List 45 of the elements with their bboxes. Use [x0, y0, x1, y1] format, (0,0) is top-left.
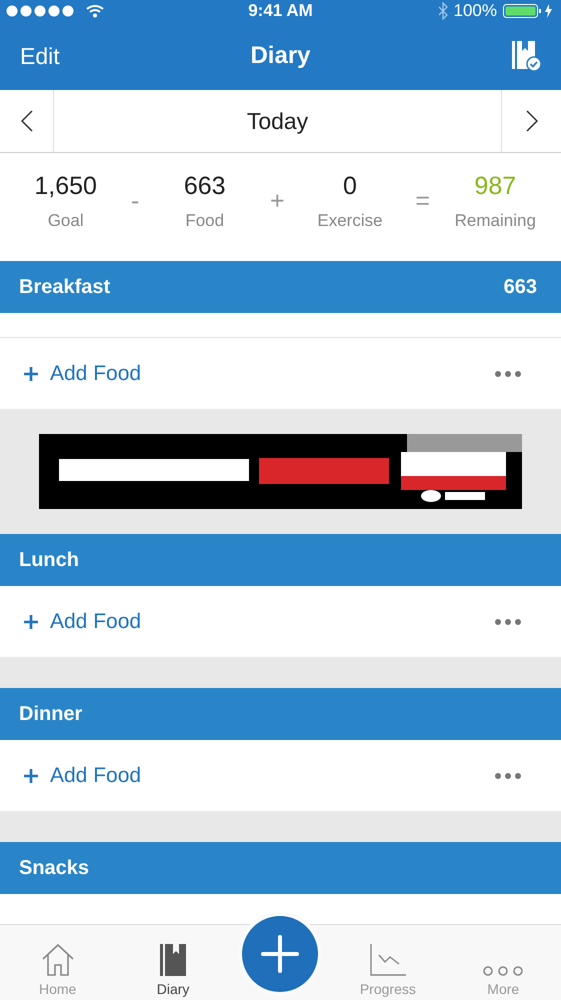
date-label: Today — [246, 106, 310, 136]
tab[interactable]: Progress — [338, 943, 438, 1000]
edit-button[interactable]: Edit — [20, 42, 100, 70]
tab[interactable]: More — [453, 965, 554, 1000]
battery-icon — [503, 3, 555, 19]
tab[interactable]: Home — [8, 943, 108, 1000]
plus-icon — [261, 934, 300, 972]
wifi-icon — [86, 4, 104, 18]
calorie-label: Food — [185, 211, 224, 231]
calorie-label: Remaining — [454, 211, 536, 231]
plus-icon — [24, 614, 38, 628]
home-icon — [40, 943, 76, 977]
status-time: 9:41 AM — [248, 1, 313, 21]
add-food-button[interactable]: Add Food — [24, 764, 142, 788]
meal-name: Breakfast — [19, 276, 110, 298]
more-icon[interactable] — [495, 370, 521, 376]
calorie-label: Exercise — [317, 211, 383, 231]
calorie-value: 663 — [184, 172, 226, 201]
page-title: Diary — [250, 42, 311, 70]
book-check-icon[interactable] — [510, 40, 541, 72]
tab[interactable]: Diary — [123, 943, 224, 1000]
meal-name: Snacks — [19, 856, 90, 880]
chevron-left-icon — [20, 110, 32, 132]
plus-icon — [24, 366, 38, 380]
add-food-button[interactable]: Add Food — [24, 362, 142, 386]
plus-icon — [24, 768, 38, 782]
operator: - — [131, 187, 140, 216]
calorie-value: 0 — [343, 172, 357, 201]
meal-name: Dinner — [19, 702, 82, 726]
calorie-value: 1,650 — [34, 172, 97, 201]
operator: + — [270, 187, 285, 216]
more-icon — [483, 965, 524, 977]
more-icon[interactable] — [495, 772, 521, 778]
meal-name: Lunch — [19, 548, 79, 572]
chevron-right-icon — [526, 110, 538, 132]
bluetooth-icon — [438, 2, 448, 20]
calorie-label: Goal — [48, 211, 84, 231]
add-food-button[interactable]: Add Food — [24, 610, 142, 634]
operator: = — [415, 187, 430, 216]
line-chart-icon — [368, 943, 407, 977]
more-icon[interactable] — [495, 618, 521, 624]
battery-percent: 100% — [454, 1, 497, 21]
calorie-value: 987 — [474, 172, 516, 201]
meal-calories: 663 — [504, 276, 537, 298]
book-icon — [159, 943, 188, 977]
